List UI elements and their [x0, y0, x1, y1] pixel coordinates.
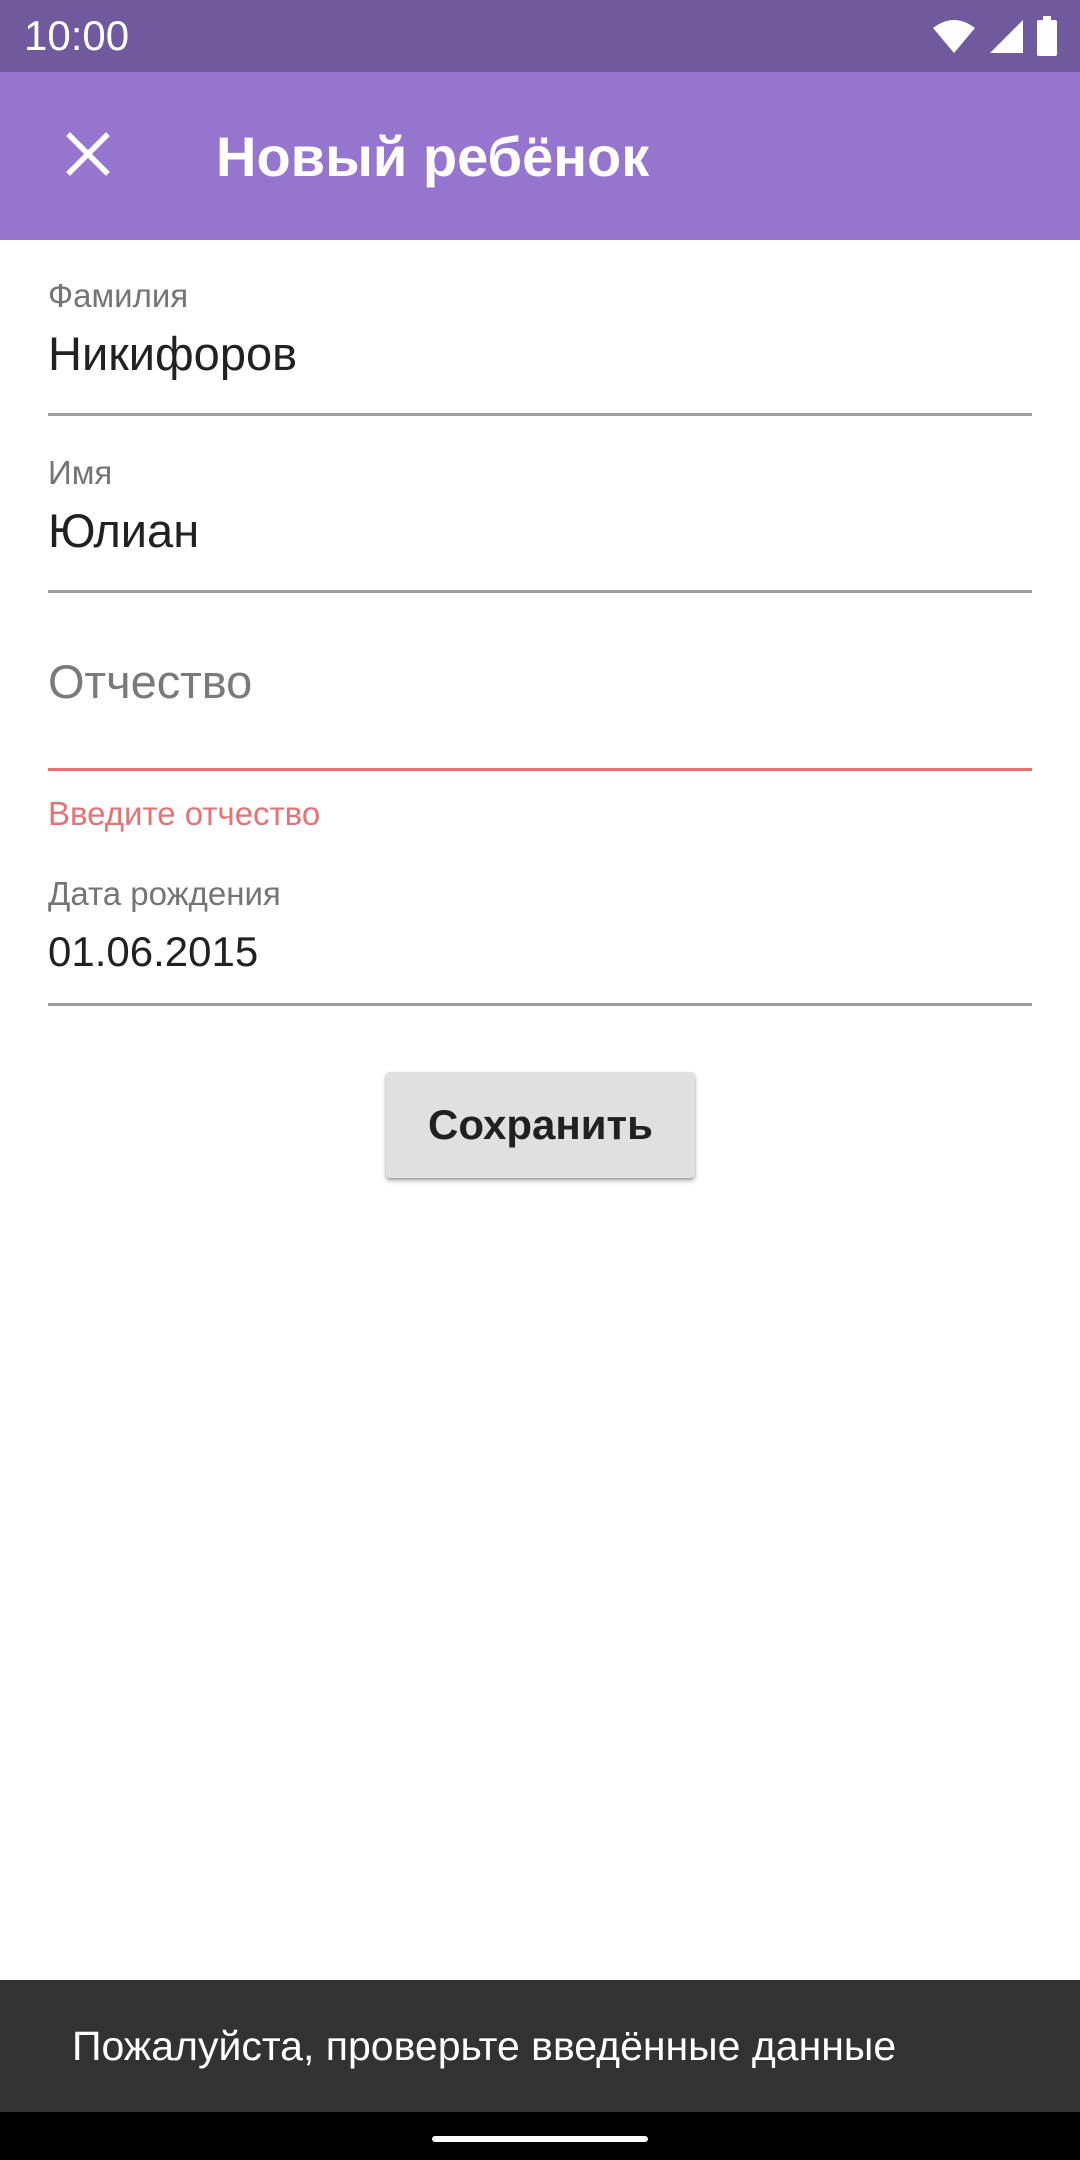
first-name-field[interactable]: Имя Юлиан [48, 453, 1032, 595]
wifi-icon [932, 18, 976, 54]
page-title: Новый ребёнок [216, 124, 650, 188]
status-icons [932, 14, 1058, 58]
close-icon [66, 131, 110, 181]
snackbar-message: Пожалуйста, проверьте введённые данные [72, 2022, 897, 2069]
patronymic-error: Введите отчество [48, 795, 321, 832]
home-gesture-handle[interactable] [432, 2136, 648, 2142]
patronymic-placeholder[interactable]: Отчество [48, 654, 1032, 710]
signal-icon [988, 18, 1024, 54]
birth-date-underline [48, 1003, 1032, 1006]
first-name-value[interactable]: Юлиан [48, 503, 1032, 559]
last-name-underline [48, 413, 1032, 416]
first-name-underline [48, 590, 1032, 593]
close-button[interactable] [44, 112, 132, 200]
battery-icon [1036, 16, 1058, 56]
first-name-label: Имя [48, 454, 113, 491]
patronymic-field[interactable]: Отчество [48, 654, 1032, 774]
patronymic-underline [48, 768, 1032, 771]
last-name-label: Фамилия [48, 277, 189, 314]
status-time: 10:00 [24, 12, 130, 59]
birth-date-label: Дата рождения [48, 875, 281, 912]
app-bar: Новый ребёнок [0, 72, 1080, 240]
last-name-value[interactable]: Никифоров [48, 326, 1032, 382]
navigation-bar [0, 2112, 1080, 2160]
save-button[interactable]: Сохранить [386, 1072, 695, 1178]
snackbar: Пожалуйста, проверьте введённые данные [0, 1980, 1080, 2112]
last-name-field[interactable]: Фамилия Никифоров [48, 276, 1032, 418]
birth-date-field[interactable]: Дата рождения 01.06.2015 [48, 874, 1032, 1008]
birth-date-value[interactable]: 01.06.2015 [48, 924, 1032, 980]
new-child-screen: 10:00 Новый ребёнок Фамилия Никифоров Им… [0, 0, 1080, 2160]
status-bar: 10:00 [0, 0, 1080, 72]
